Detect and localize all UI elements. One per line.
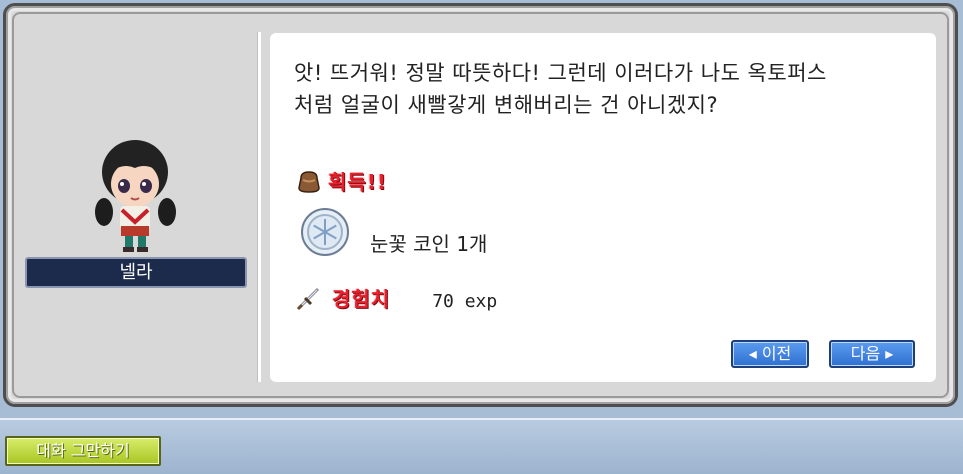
next-button[interactable]: 다음 ▸: [829, 340, 915, 368]
sword-icon: [296, 287, 320, 310]
dialog-content-panel: 앗! 뜨거워! 정말 따뜻하다! 그런데 이러다가 나도 옥토퍼스 처럼 얼굴이…: [270, 33, 936, 382]
obtain-row: 획득!!: [296, 166, 387, 195]
exp-label: 경험치: [332, 287, 391, 311]
dialog-text: 앗! 뜨거워! 정말 따뜻하다! 그런데 이러다가 나도 옥토퍼스 처럼 얼굴이…: [294, 57, 914, 121]
prev-button[interactable]: ◂ 이전: [731, 340, 809, 368]
npc-portrait: [95, 140, 176, 252]
exp-value: 70 exp: [432, 291, 498, 312]
reward-item-row: 눈꽃 코인 1개: [300, 207, 487, 257]
dialog-line-2: 처럼 얼굴이 새빨갛게 변해버리는 건 아니겠지?: [294, 93, 719, 117]
dialog-line-1: 앗! 뜨거워! 정말 따뜻하다! 그런데 이러다가 나도 옥토퍼스: [294, 61, 827, 85]
pouch-icon: [298, 170, 320, 193]
exp-row: 경험치 70 exp: [296, 283, 497, 312]
obtain-label: 획득!!: [328, 170, 388, 194]
snowflake-coin-icon: [301, 208, 349, 256]
reward-item-text: 눈꽃 코인 1개: [370, 231, 488, 256]
panel-divider: [257, 32, 261, 382]
end-chat-button[interactable]: 대화 그만하기: [5, 436, 161, 466]
npc-name-plate: 넬라: [25, 257, 247, 288]
